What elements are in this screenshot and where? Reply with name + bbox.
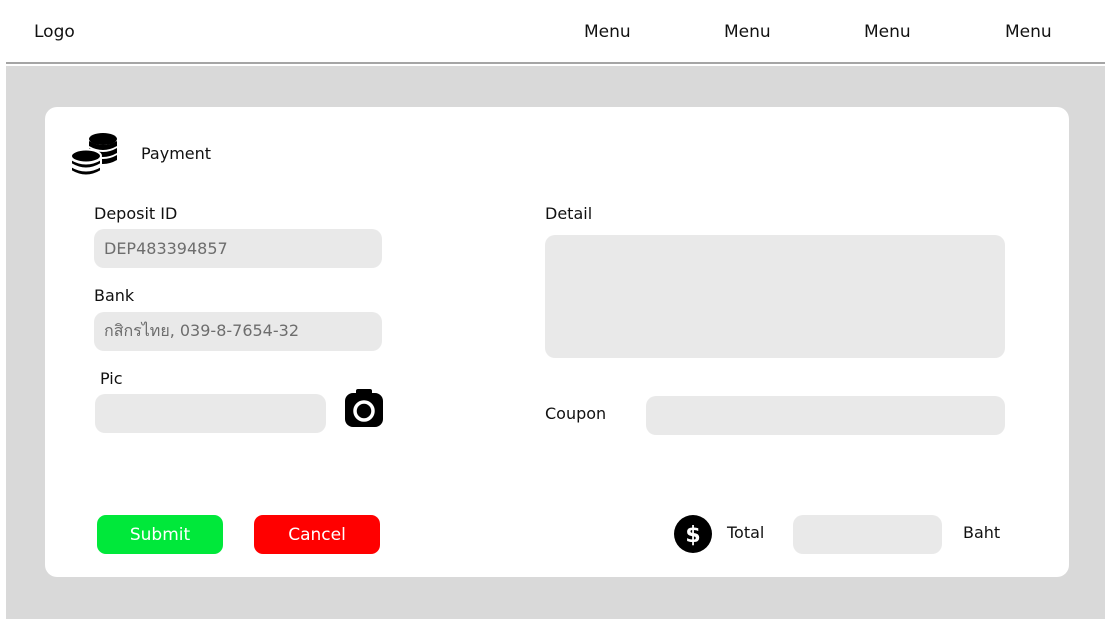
menu-item-1[interactable]: Menu [584,22,631,42]
menu-item-2[interactable]: Menu [724,22,771,42]
bank-field[interactable]: กสิกรไทย, 039-8-7654-32 [94,312,382,351]
total-unit: Baht [963,523,1001,542]
logo[interactable]: Logo [34,22,75,42]
total-field[interactable] [793,515,942,554]
cancel-button[interactable]: Cancel [254,515,380,554]
deposit-id-label: Deposit ID [94,204,178,223]
coins-icon [69,131,119,179]
payment-title: Payment [141,144,212,163]
svg-text:$: $ [685,523,700,548]
payment-card: Payment Deposit ID DEP483394857 Bank กสิ… [45,107,1069,577]
bank-value: กสิกรไทย, 039-8-7654-32 [104,321,299,340]
detail-label: Detail [545,204,593,223]
dollar-icon: $ [674,515,712,553]
total-label: Total [727,523,765,542]
deposit-id-field[interactable]: DEP483394857 [94,229,382,268]
pic-field[interactable] [95,394,326,433]
top-navbar: Logo Menu Menu Menu Menu [6,0,1105,64]
submit-button[interactable]: Submit [97,515,223,554]
deposit-id-value: DEP483394857 [104,239,228,258]
coupon-field[interactable] [646,396,1005,435]
menu-item-3[interactable]: Menu [864,22,911,42]
pic-label: Pic [100,369,123,388]
bank-label: Bank [94,286,135,305]
detail-textarea[interactable] [545,235,1005,358]
menu-item-4[interactable]: Menu [1005,22,1052,42]
camera-icon[interactable] [344,387,384,429]
coupon-label: Coupon [545,404,607,423]
